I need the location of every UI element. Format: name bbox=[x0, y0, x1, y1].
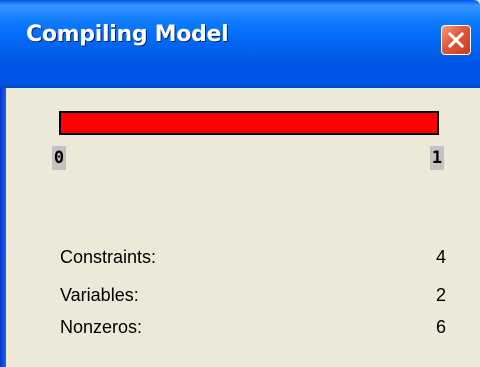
progress-max-label: 1 bbox=[430, 146, 444, 170]
progress-fill bbox=[61, 113, 437, 133]
close-icon bbox=[447, 31, 465, 49]
dialog-content: 0 1 Constraints: 4 Variables: 2 Nonzeros… bbox=[6, 88, 480, 367]
nonzeros-label: Nonzeros: bbox=[60, 317, 143, 337]
variables-value: 2 bbox=[435, 285, 446, 305]
nonzeros-value: 6 bbox=[435, 317, 446, 337]
constraints-value: 4 bbox=[435, 247, 446, 267]
window-title: Compiling Model bbox=[26, 22, 229, 47]
stat-row-variables: Variables: 2 bbox=[60, 282, 446, 308]
title-bar[interactable]: Compiling Model bbox=[0, 0, 480, 88]
stat-row-constraints: Constraints: 4 bbox=[60, 244, 446, 270]
progress-bar bbox=[59, 111, 439, 135]
constraints-label: Constraints: bbox=[60, 247, 157, 267]
stat-row-nonzeros: Nonzeros: 6 bbox=[60, 314, 446, 340]
progress-min-label: 0 bbox=[52, 146, 66, 170]
variables-label: Variables: bbox=[60, 285, 139, 305]
close-button[interactable] bbox=[441, 25, 471, 55]
compiling-model-dialog: Compiling Model 0 1 Constraints: 4 Varia… bbox=[0, 0, 480, 367]
